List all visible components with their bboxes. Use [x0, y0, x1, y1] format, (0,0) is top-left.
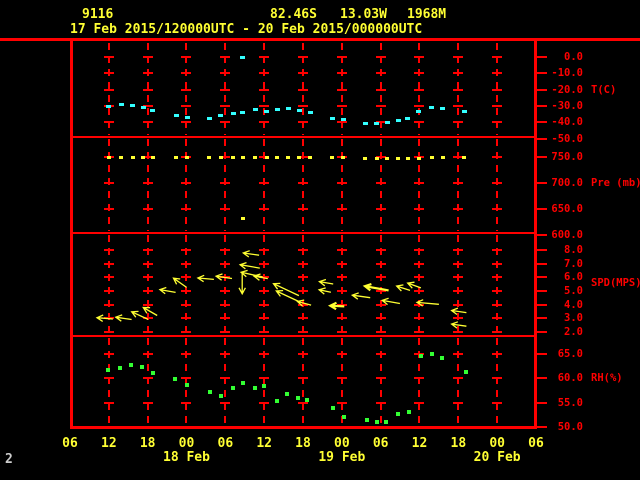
wind-arrow	[395, 284, 411, 292]
wind-arrow	[296, 299, 312, 307]
wind-arrow	[272, 282, 300, 297]
wind-arrow	[196, 274, 214, 283]
wind-arrow	[252, 273, 268, 281]
wind-arrow	[95, 314, 113, 322]
wind-arrow	[380, 297, 401, 306]
wind-arrow	[450, 321, 467, 329]
wind-arrow	[214, 273, 233, 281]
wind-arrow	[130, 310, 149, 320]
wind-arrow	[317, 287, 332, 295]
wind-arrow	[142, 306, 158, 317]
page-number: 2	[5, 452, 13, 467]
wind-arrow	[158, 286, 176, 295]
wind-arrow	[415, 299, 439, 307]
wind-arrow	[238, 261, 260, 270]
wind-arrow	[327, 301, 345, 311]
wind-arrow	[239, 269, 263, 278]
meteogram-screen: 9116 82.46S 13.03W 1968M 17 Feb 2015/120…	[0, 0, 640, 480]
wind-arrow	[350, 292, 371, 300]
wind-arrow	[318, 278, 334, 287]
wind-arrow	[241, 250, 260, 258]
wind-arrow	[362, 283, 389, 292]
wind-arrow-layer	[95, 250, 467, 329]
wind-arrow	[114, 314, 132, 322]
wind-arrow	[450, 307, 467, 316]
wind-arrow	[275, 289, 301, 303]
wind-arrow	[172, 277, 187, 288]
wind-arrow	[406, 281, 422, 289]
